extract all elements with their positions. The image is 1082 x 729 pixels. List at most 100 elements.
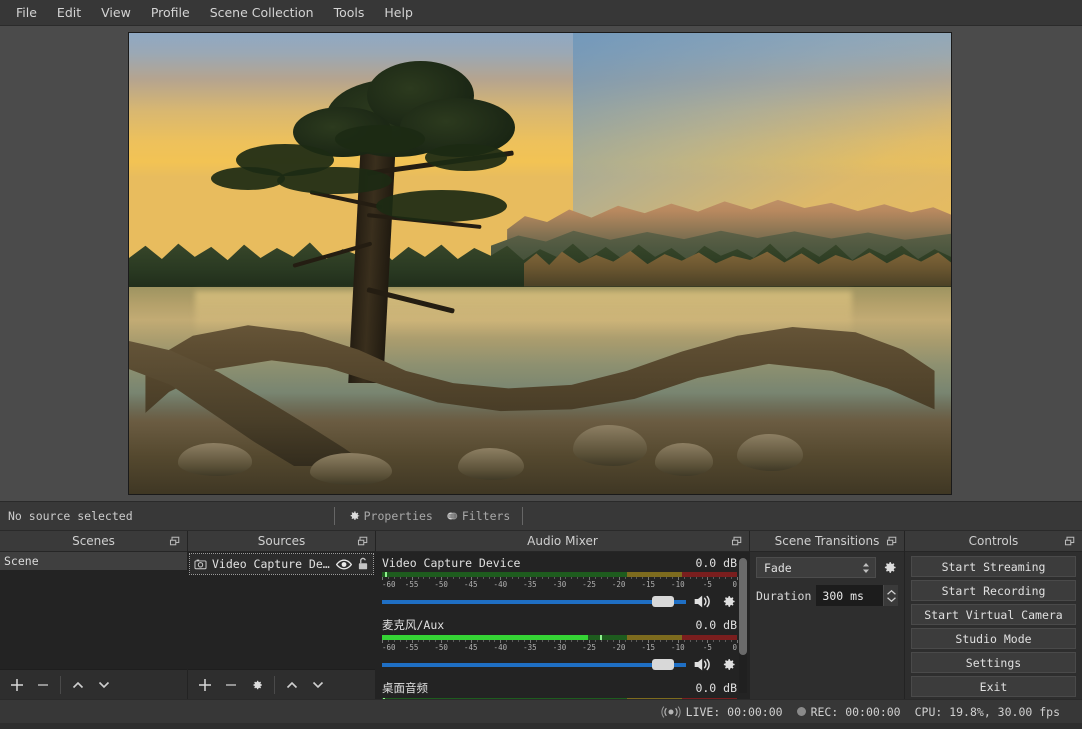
meter-tick-label: -15 <box>641 580 656 589</box>
audio-mixer-body[interactable]: Video Capture Device 0.0 dB -60 -55 -50 -45… <box>376 552 749 699</box>
mixer-channel-header: 麦克风/Aux 0.0 dB <box>382 617 737 633</box>
preview-canvas[interactable] <box>128 32 952 495</box>
volume-slider[interactable] <box>382 594 686 610</box>
audio-mixer-title: Audio Mixer <box>527 534 598 548</box>
start-streaming-button[interactable]: Start Streaming <box>911 556 1076 577</box>
add-source-button[interactable] <box>192 673 218 697</box>
meter-tick-minor <box>689 577 691 579</box>
source-properties-button[interactable] <box>244 673 270 697</box>
properties-label: Properties <box>363 509 433 523</box>
meter-tick-minor <box>642 577 644 579</box>
scenes-list[interactable]: Scene <box>0 552 187 669</box>
move-source-up-button[interactable] <box>279 673 305 697</box>
float-dock-icon[interactable] <box>1064 535 1076 547</box>
source-list-item[interactable]: Video Capture Devi‹ <box>189 553 374 575</box>
float-dock-icon[interactable] <box>169 535 181 547</box>
preview-area[interactable] <box>0 26 1082 501</box>
meter-tick-minor <box>417 577 419 579</box>
volume-slider-handle[interactable] <box>651 596 674 607</box>
mixer-channel-db: 0.0 dB <box>695 556 737 570</box>
move-scene-down-button[interactable] <box>91 673 117 697</box>
audio-mixer-dock: Audio Mixer Video Capture Device 0.0 dB <box>376 531 750 699</box>
mixer-channel-name: 桌面音频 <box>382 681 428 695</box>
mixer-channel-header: Video Capture Device 0.0 dB <box>382 556 737 570</box>
float-dock-icon[interactable] <box>886 535 898 547</box>
meter-tick-minor <box>636 577 638 579</box>
meter-tick-minor <box>606 640 608 642</box>
menu-profile[interactable]: Profile <box>141 1 200 24</box>
menu-view[interactable]: View <box>91 1 141 24</box>
meter-tick-minor <box>447 640 449 642</box>
meter-tick-label: -25 <box>582 643 596 652</box>
meter-tick-label: -5 <box>702 643 712 652</box>
scene-transitions-dock: Scene Transitions Fade Duration 300 ms <box>750 531 905 699</box>
add-scene-button[interactable] <box>4 673 30 697</box>
start-virtual-camera-button[interactable]: Start Virtual Camera <box>911 604 1076 625</box>
move-scene-up-button[interactable] <box>65 673 91 697</box>
source-toolbar-buttons: Properties Filters <box>328 507 530 525</box>
chevron-down-icon <box>98 681 110 688</box>
sources-dock: Sources Video Capture Devi‹ <box>188 531 376 699</box>
mixer-scrollbar-thumb[interactable] <box>739 558 747 656</box>
meter-tick-minor <box>387 640 389 642</box>
transition-select[interactable]: Fade <box>756 557 876 578</box>
speaker-icon[interactable] <box>693 656 713 673</box>
meter-tick-minor <box>541 640 543 642</box>
start-recording-button[interactable]: Start Recording <box>911 580 1076 601</box>
meter-tick-minor <box>476 577 478 579</box>
meter-tick-minor <box>541 577 543 579</box>
meter-tick-label: -30 <box>552 643 567 652</box>
sources-list[interactable]: Video Capture Devi‹ <box>188 552 375 669</box>
properties-button[interactable]: Properties <box>341 507 439 525</box>
tree-canopy <box>334 125 425 153</box>
volume-slider[interactable] <box>382 657 686 673</box>
rec-timer: REC: 00:00:00 <box>810 704 901 719</box>
duration-input[interactable]: 300 ms <box>816 585 898 606</box>
meter-tick-minor <box>683 640 685 642</box>
settings-button[interactable]: Settings <box>911 652 1076 673</box>
meter-tick-minor <box>435 577 437 579</box>
meter-tick-minor <box>583 640 585 642</box>
transition-properties-gear-icon[interactable] <box>881 559 898 576</box>
remove-scene-button[interactable] <box>30 673 56 697</box>
meter-tick-label: -5 <box>702 580 712 589</box>
meter-tick-minor <box>666 640 667 642</box>
menu-scene-collection[interactable]: Scene Collection <box>200 1 324 24</box>
filters-icon <box>447 512 458 520</box>
scene-list-item[interactable]: Scene <box>0 552 187 570</box>
meter-tick <box>737 640 738 643</box>
studio-mode-button[interactable]: Studio Mode <box>911 628 1076 649</box>
meter-tick-label: -40 <box>493 643 508 652</box>
remove-source-button[interactable] <box>218 673 244 697</box>
float-dock-icon[interactable] <box>731 535 743 547</box>
eye-icon[interactable] <box>336 558 352 571</box>
duration-stepper[interactable] <box>883 585 898 606</box>
meter-tick-minor <box>719 640 721 642</box>
meter-tick-label: -20 <box>611 580 626 589</box>
filters-button[interactable]: Filters <box>439 507 516 525</box>
meter-peak <box>383 698 386 699</box>
meter-tick-minor <box>683 577 685 579</box>
volume-slider-handle[interactable] <box>651 659 674 670</box>
float-dock-icon[interactable] <box>357 535 369 547</box>
menu-file[interactable]: File <box>6 1 47 24</box>
scenes-footer <box>0 669 187 699</box>
chevron-down-icon[interactable] <box>886 596 897 603</box>
menu-tools[interactable]: Tools <box>324 1 375 24</box>
meter-tick-minor <box>695 577 697 579</box>
gear-icon[interactable] <box>720 593 737 610</box>
exit-button[interactable]: Exit <box>911 676 1076 697</box>
chevron-up-icon[interactable] <box>886 589 897 596</box>
mixer-channel-list[interactable]: Video Capture Device 0.0 dB -60 -55 -50 -45… <box>376 552 749 699</box>
meter-tick-minor <box>393 640 395 642</box>
move-source-down-button[interactable] <box>305 673 331 697</box>
speaker-icon[interactable] <box>693 593 713 610</box>
mixer-channel-header: 桌面音频 0.0 dB <box>382 680 737 696</box>
unlock-icon[interactable] <box>357 557 369 571</box>
menu-help[interactable]: Help <box>374 1 423 24</box>
mixer-scrollbar[interactable] <box>739 558 747 693</box>
gear-icon[interactable] <box>720 656 737 673</box>
minus-icon <box>226 683 236 686</box>
dock-row: Scenes Scene Sources Video Capture Devi‹… <box>0 531 1082 699</box>
menu-edit[interactable]: Edit <box>47 1 91 24</box>
